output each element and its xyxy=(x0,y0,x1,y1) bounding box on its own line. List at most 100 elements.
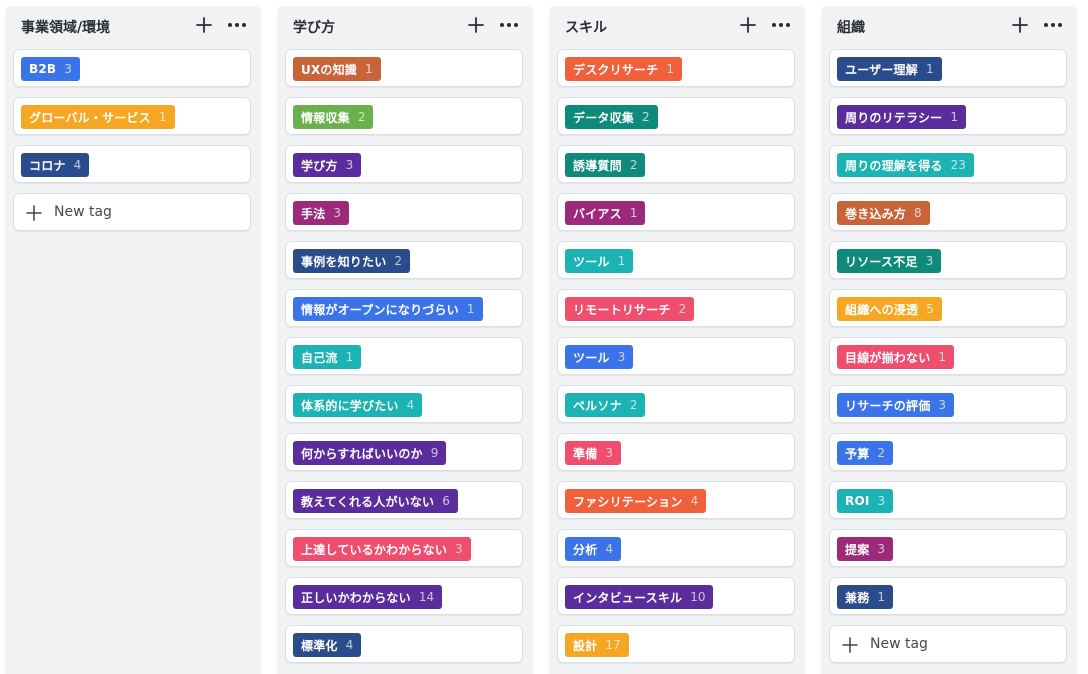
column-header: 学び方 xyxy=(277,6,533,46)
tag-card[interactable]: 正しいかわからない 14 xyxy=(285,577,523,615)
tag-label: 正しいかわからない xyxy=(301,590,411,605)
tag-label: 学び方 xyxy=(301,158,338,173)
more-options-icon[interactable] xyxy=(499,16,519,34)
add-tag-icon[interactable] xyxy=(739,16,757,34)
tag-card[interactable]: 周りの理解を得る 23 xyxy=(829,145,1067,183)
more-options-icon[interactable] xyxy=(227,16,247,34)
tag-count: 1 xyxy=(938,350,947,364)
tag-card[interactable]: B2B 3 xyxy=(13,49,251,87)
tag-card[interactable]: ROI 3 xyxy=(829,481,1067,519)
more-options-icon[interactable] xyxy=(771,16,791,34)
tag-chip: 情報収集 2 xyxy=(293,105,374,129)
tag-label: 設計 xyxy=(573,638,598,653)
tag-label: ROI xyxy=(845,494,870,508)
add-tag-icon[interactable] xyxy=(195,16,213,34)
tag-label: インタビュースキル xyxy=(573,590,683,605)
tag-chip: 情報がオープンになりづらい 1 xyxy=(293,297,483,321)
tag-label: ツール xyxy=(573,350,610,365)
tag-count: 1 xyxy=(925,62,934,76)
tag-chip: 正しいかわからない 14 xyxy=(293,585,443,609)
tag-card[interactable]: ペルソナ 2 xyxy=(557,385,795,423)
tag-card[interactable]: 情報収集 2 xyxy=(285,97,523,135)
tag-label: リサーチの評価 xyxy=(845,398,931,413)
tag-count: 9 xyxy=(430,446,439,460)
tag-card[interactable]: 誘導質問 2 xyxy=(557,145,795,183)
tag-card[interactable]: 学び方 3 xyxy=(285,145,523,183)
tag-card[interactable]: 準備 3 xyxy=(557,433,795,471)
tag-count: 1 xyxy=(158,110,167,124)
tag-label: リモートリサーチ xyxy=(573,302,671,317)
add-tag-icon[interactable] xyxy=(1011,16,1029,34)
tag-card[interactable]: データ収集 2 xyxy=(557,97,795,135)
tag-card[interactable]: グローバル・サービス 1 xyxy=(13,97,251,135)
tag-count: 3 xyxy=(333,206,342,220)
tag-card[interactable]: 分析 4 xyxy=(557,529,795,567)
tag-label: 組織への浸透 xyxy=(845,302,919,317)
tag-card[interactable]: ツール 3 xyxy=(557,337,795,375)
add-tag-icon[interactable] xyxy=(467,16,485,34)
tag-card[interactable]: リソース不足 3 xyxy=(829,241,1067,279)
tag-chip: ユーザー理解 1 xyxy=(837,57,942,81)
tag-card[interactable]: ユーザー理解 1 xyxy=(829,49,1067,87)
tag-label: コロナ xyxy=(29,158,66,173)
tag-label: ファシリテーション xyxy=(573,494,683,509)
tag-card[interactable]: リサーチの評価 3 xyxy=(829,385,1067,423)
tag-count: 5 xyxy=(926,302,934,316)
tag-card[interactable]: 周りのリテラシー 1 xyxy=(829,97,1067,135)
tag-label: 自己流 xyxy=(301,350,338,365)
tag-label: 巻き込み方 xyxy=(845,206,907,221)
tag-card[interactable]: デスクリサーチ 1 xyxy=(557,49,795,87)
tag-chip: 提案 3 xyxy=(837,537,894,561)
tag-card[interactable]: 標準化 4 xyxy=(285,625,523,663)
tag-label: 情報がオープンになりづらい xyxy=(301,302,459,317)
tag-label: ユーザー理解 xyxy=(845,62,918,77)
tag-card[interactable]: リモートリサーチ 2 xyxy=(557,289,795,327)
tag-chip: リサーチの評価 3 xyxy=(837,393,955,417)
more-options-icon[interactable] xyxy=(1043,16,1063,34)
new-tag-button[interactable]: New tag xyxy=(13,193,251,231)
tag-card[interactable]: 自己流 1 xyxy=(285,337,523,375)
tag-card[interactable]: 何からすればいいのか 9 xyxy=(285,433,523,471)
tag-card[interactable]: バイアス 1 xyxy=(557,193,795,231)
tag-chip: 学び方 3 xyxy=(293,153,362,177)
tag-card[interactable]: 教えてくれる人がいない 6 xyxy=(285,481,523,519)
column-header: 事業領域/環境 xyxy=(5,6,261,46)
tag-chip: B2B 3 xyxy=(21,57,80,81)
tag-count: 4 xyxy=(406,398,415,412)
tag-card[interactable]: 上達しているかわからない 3 xyxy=(285,529,523,567)
tag-card[interactable]: 設計 17 xyxy=(557,625,795,663)
tag-chip: デスクリサーチ 1 xyxy=(565,57,683,81)
tag-count: 3 xyxy=(925,254,934,268)
tag-count: 4 xyxy=(605,542,614,556)
tag-card[interactable]: 事例を知りたい 2 xyxy=(285,241,523,279)
tag-card[interactable]: 提案 3 xyxy=(829,529,1067,567)
tag-chip: ペルソナ 2 xyxy=(565,393,646,417)
tag-card[interactable]: 巻き込み方 8 xyxy=(829,193,1067,231)
tag-card[interactable]: 組織への浸透 5 xyxy=(829,289,1067,327)
tag-count: 2 xyxy=(678,302,687,316)
tag-count: 23 xyxy=(950,158,966,172)
tag-chip: 上達しているかわからない 3 xyxy=(293,537,471,561)
tag-card[interactable]: 兼務 1 xyxy=(829,577,1067,615)
tag-label: 体系的に学びたい xyxy=(301,398,399,413)
tag-chip: 体系的に学びたい 4 xyxy=(293,393,423,417)
tag-card[interactable]: 目線が揃わない 1 xyxy=(829,337,1067,375)
column-organization: 組織 ユーザー理解 1 周りのリテラシー 1 周りの理解を得る 23 巻き込み方 8 リ… xyxy=(821,6,1077,674)
tag-card[interactable]: インタビュースキル 10 xyxy=(557,577,795,615)
tag-card[interactable]: ツール 1 xyxy=(557,241,795,279)
column-title: 事業領域/環境 xyxy=(21,20,111,36)
tag-card[interactable]: 手法 3 xyxy=(285,193,523,231)
tag-chip: グローバル・サービス 1 xyxy=(21,105,175,129)
tag-card[interactable]: コロナ 4 xyxy=(13,145,251,183)
tag-chip: 周りの理解を得る 23 xyxy=(837,153,974,177)
tag-card[interactable]: 体系的に学びたい 4 xyxy=(285,385,523,423)
column-header: スキル xyxy=(549,6,805,46)
tag-card[interactable]: 予算 2 xyxy=(829,433,1067,471)
tag-chip: データ収集 2 xyxy=(565,105,658,129)
tag-card[interactable]: 情報がオープンになりづらい 1 xyxy=(285,289,523,327)
tag-label: 目線が揃わない xyxy=(845,350,931,365)
tag-count: 3 xyxy=(64,62,72,76)
tag-card[interactable]: ファシリテーション 4 xyxy=(557,481,795,519)
new-tag-button[interactable]: New tag xyxy=(829,625,1067,663)
tag-card[interactable]: UXの知識 1 xyxy=(285,49,523,87)
